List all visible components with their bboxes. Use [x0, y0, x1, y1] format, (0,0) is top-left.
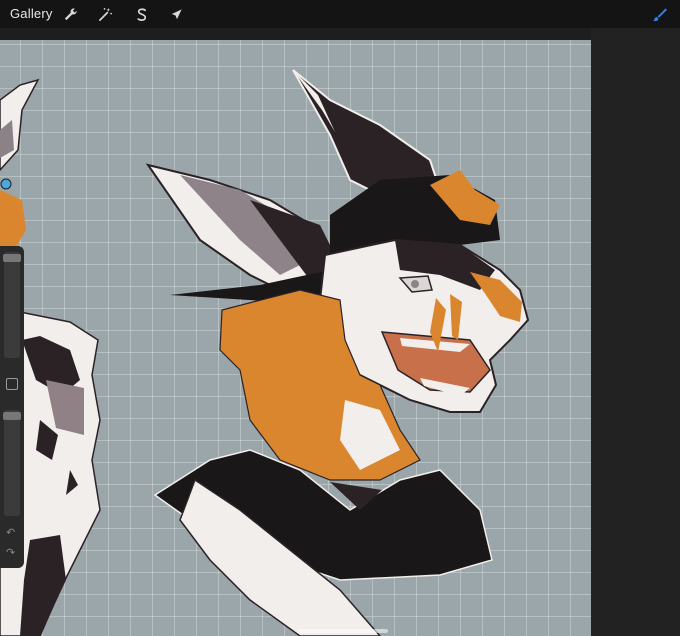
brush-icon	[652, 7, 667, 21]
character-artwork	[0, 69, 530, 636]
arrow-cursor-icon	[171, 8, 182, 19]
wrench-icon	[64, 7, 77, 20]
left-sidebar: ↶ ↷	[0, 246, 24, 568]
actions-button[interactable]	[59, 3, 81, 25]
workspace-background	[591, 28, 680, 636]
opacity-slider-thumb[interactable]	[3, 412, 21, 420]
brush-size-slider[interactable]	[3, 252, 21, 358]
home-indicator	[298, 629, 388, 633]
redo-arrow-icon[interactable]: ↷	[6, 546, 15, 559]
top-toolbar: Gallery	[0, 0, 680, 28]
selection-button[interactable]	[130, 3, 152, 25]
opacity-slider[interactable]	[3, 410, 21, 516]
brush-button[interactable]	[648, 3, 670, 25]
main-character-art	[145, 69, 530, 636]
gallery-button[interactable]: Gallery	[10, 6, 53, 21]
square-icon[interactable]	[6, 378, 18, 390]
magic-wand-icon	[98, 7, 112, 21]
adjustments-button[interactable]	[94, 3, 116, 25]
drawing-canvas[interactable]	[0, 40, 591, 636]
selection-s-icon	[136, 7, 146, 21]
brush-size-slider-thumb[interactable]	[3, 254, 21, 262]
undo-arrow-icon[interactable]: ↶	[6, 526, 15, 539]
transform-button[interactable]	[165, 3, 187, 25]
